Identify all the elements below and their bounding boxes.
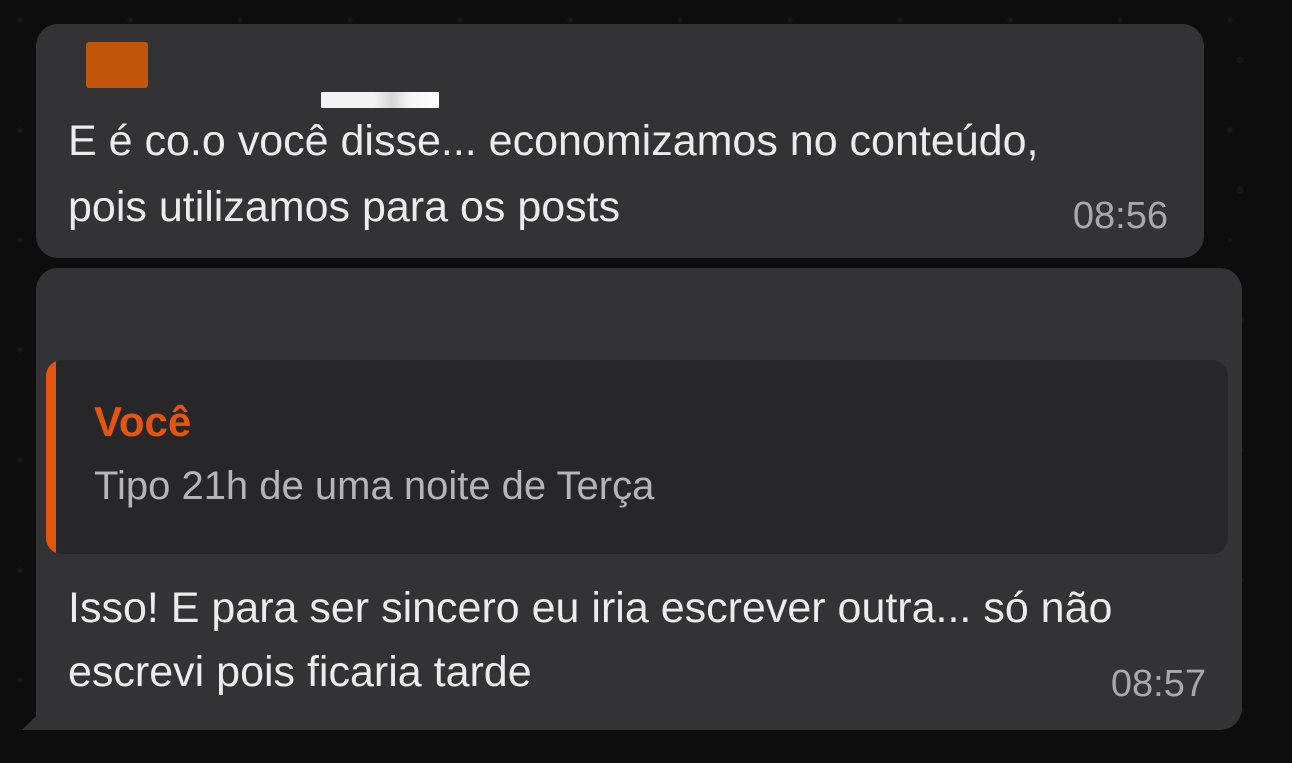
reply-quote[interactable]: Você Tipo 21h de uma noite de Terça bbox=[46, 360, 1228, 554]
chat-area: E é co.o você disse... economizamos no c… bbox=[0, 0, 1292, 763]
quote-author: Você bbox=[94, 398, 192, 445]
quote-accent-bar bbox=[46, 360, 56, 554]
message-text: Isso! E para ser sincero eu iria escreve… bbox=[68, 584, 1113, 696]
bubble-tail bbox=[22, 708, 44, 730]
message-bubble[interactable]: E é co.o você disse... economizamos no c… bbox=[36, 24, 1204, 258]
sender-avatar bbox=[86, 42, 148, 88]
sender-name-redacted bbox=[321, 92, 439, 108]
message-timestamp: 08:57 bbox=[1110, 663, 1206, 705]
message-bubble[interactable]: Você Tipo 21h de uma noite de Terça Isso… bbox=[36, 268, 1242, 730]
quote-text: Tipo 21h de uma noite de Terça bbox=[94, 464, 655, 508]
message-timestamp: 08:56 bbox=[1072, 195, 1168, 237]
message-text: E é co.o você disse... economizamos no c… bbox=[68, 117, 1051, 231]
